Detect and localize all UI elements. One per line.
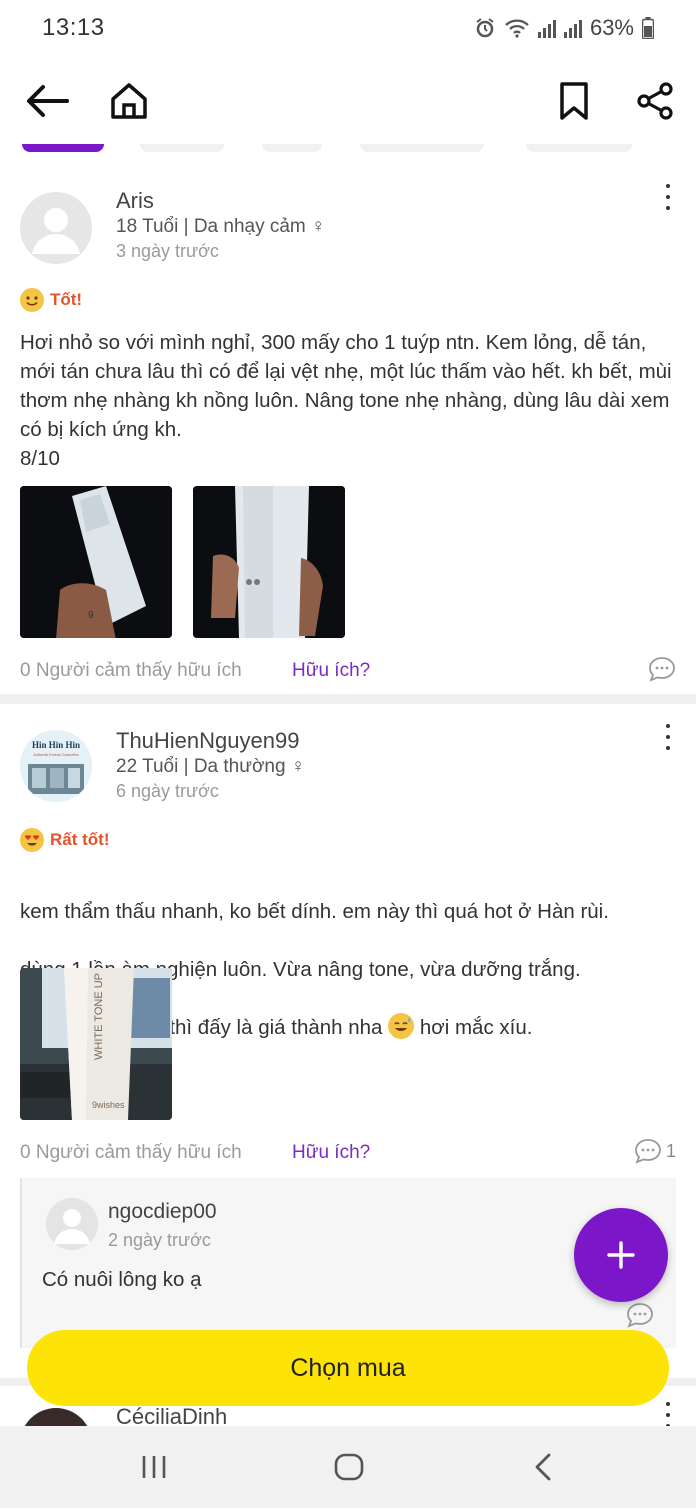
comment-icon bbox=[649, 657, 675, 682]
system-home-icon bbox=[334, 1453, 364, 1481]
recent-apps-button[interactable] bbox=[140, 1454, 168, 1485]
system-back-button[interactable] bbox=[532, 1453, 554, 1486]
review-username[interactable]: Aris bbox=[116, 188, 154, 214]
review-time: 6 ngày trước bbox=[116, 781, 219, 801]
sweat-smile-emoji-icon bbox=[388, 1013, 415, 1039]
more-options-button[interactable] bbox=[660, 184, 676, 210]
chevron-left-icon bbox=[535, 1453, 551, 1481]
heart-eyes-emoji-icon bbox=[20, 828, 44, 852]
reply-text: Có nuôi lông ko ạ bbox=[42, 1268, 202, 1291]
rating-label: Tốt! bbox=[50, 290, 83, 309]
avatar[interactable] bbox=[20, 1408, 92, 1426]
helpful-count: 0 Người cảm thấy hữu ích bbox=[20, 1142, 242, 1163]
home-button[interactable] bbox=[106, 78, 152, 124]
review-username[interactable]: ThuHienNguyen99 bbox=[116, 728, 299, 754]
more-options-button[interactable] bbox=[660, 724, 676, 750]
avatar-shop-name: Hin Hin Hin bbox=[32, 740, 80, 750]
comment-icon bbox=[627, 1303, 653, 1328]
back-button[interactable] bbox=[24, 78, 70, 124]
more-options-button[interactable] bbox=[660, 1402, 676, 1426]
review-username[interactable]: CéciliaDinh bbox=[116, 1404, 227, 1426]
arrow-left-icon bbox=[27, 85, 69, 117]
home-icon bbox=[111, 83, 147, 119]
signal-icon bbox=[537, 18, 556, 38]
recent-apps-icon bbox=[142, 1456, 166, 1478]
smile-emoji-icon bbox=[20, 288, 44, 312]
system-home-button[interactable] bbox=[334, 1453, 364, 1486]
reply-time: 2 ngày trước bbox=[108, 1230, 211, 1250]
review-card: Hin Hin Hin Authentic Korean Cosmetics Th… bbox=[0, 710, 696, 1180]
review-photo[interactable]: 9 bbox=[20, 486, 172, 638]
review-meta: 22 Tuổi | Da thường ♀ bbox=[116, 756, 306, 777]
review-photo[interactable] bbox=[193, 486, 345, 638]
plus-icon bbox=[607, 1241, 635, 1269]
bookmark-icon bbox=[560, 82, 588, 120]
battery-percent: 63% bbox=[589, 15, 634, 40]
add-review-button[interactable] bbox=[574, 1208, 668, 1302]
avatar[interactable]: Hin Hin Hin Authentic Korean Cosmetics bbox=[20, 730, 92, 802]
bookmark-button[interactable] bbox=[551, 78, 597, 124]
share-icon bbox=[637, 82, 673, 120]
rating-label: Rất tốt! bbox=[50, 830, 110, 849]
share-button[interactable] bbox=[632, 78, 678, 124]
rating-badge: Rất tốt! bbox=[20, 828, 109, 852]
comment-icon bbox=[635, 1139, 661, 1164]
status-time: 13:13 bbox=[42, 14, 105, 41]
helpful-button[interactable]: Hữu ích? bbox=[292, 1142, 370, 1164]
comment-count: 1 bbox=[665, 1140, 676, 1161]
active-tab-edge bbox=[22, 144, 104, 152]
comment-button[interactable] bbox=[648, 656, 676, 682]
svg-text:9: 9 bbox=[88, 610, 94, 621]
rating-badge: Tốt! bbox=[20, 288, 82, 312]
status-bar: 13:13 63% bbox=[0, 0, 696, 56]
reply-comment-button[interactable] bbox=[626, 1302, 654, 1333]
product-brand-text: 9wishes bbox=[92, 1100, 125, 1110]
divider bbox=[0, 694, 696, 704]
alarm-icon bbox=[476, 18, 494, 38]
battery-icon bbox=[642, 17, 654, 39]
review-photo[interactable]: WHITE TONE UP 9wishes bbox=[20, 968, 172, 1120]
helpful-count: 0 Người cảm thấy hữu ích bbox=[20, 660, 242, 681]
signal-icon-2 bbox=[563, 18, 582, 38]
avatar[interactable] bbox=[46, 1198, 98, 1250]
top-navigation bbox=[0, 60, 696, 144]
comment-button[interactable]: 1 bbox=[634, 1138, 676, 1164]
wifi-icon bbox=[505, 19, 529, 38]
buy-button[interactable]: Chọn mua bbox=[27, 1330, 669, 1406]
filter-tabs-edge bbox=[0, 144, 696, 156]
reply-username[interactable]: ngocdiep00 bbox=[108, 1200, 217, 1224]
product-label-text: WHITE TONE UP bbox=[93, 973, 105, 1060]
review-card: Aris 18 Tuổi | Da nhạy cảm ♀ 3 ngày trướ… bbox=[0, 170, 696, 700]
system-navigation-bar bbox=[0, 1426, 696, 1508]
review-meta: 18 Tuổi | Da nhạy cảm ♀ bbox=[116, 216, 326, 237]
helpful-button[interactable]: Hữu ích? bbox=[292, 660, 370, 682]
review-time: 3 ngày trước bbox=[116, 241, 219, 261]
default-avatar-icon bbox=[32, 208, 80, 254]
review-text: Hơi nhỏ so với mình nghỉ, 300 mấy cho 1 … bbox=[20, 331, 672, 470]
default-avatar-icon bbox=[54, 1209, 90, 1244]
avatar[interactable] bbox=[20, 192, 92, 264]
avatar-shop-tagline: Authentic Korean Cosmetics bbox=[33, 753, 79, 757]
